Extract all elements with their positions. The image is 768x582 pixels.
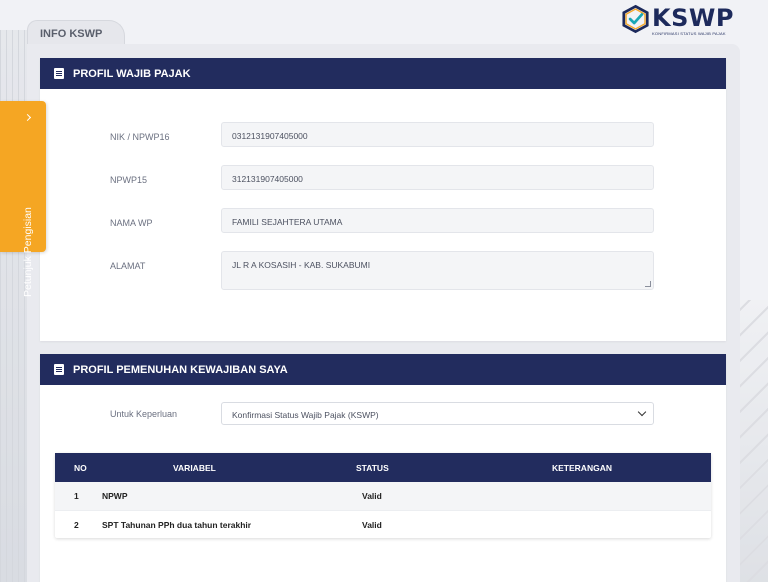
logo-title: KSWP xyxy=(652,4,734,32)
purpose-selected-value: Konfirmasi Status Wajib Pajak (KSWP) xyxy=(232,410,379,420)
nama-wp-label: NAMA WP xyxy=(110,218,153,228)
document-icon xyxy=(54,68,64,79)
col-header-status: STATUS xyxy=(356,462,389,473)
nik-field[interactable]: 0312131907405000 xyxy=(221,122,654,147)
resize-handle-icon[interactable] xyxy=(645,281,651,287)
table-row: 2 SPT Tahunan PPh dua tahun terakhir Val… xyxy=(55,510,711,538)
tab-label: INFO KSWP xyxy=(40,28,103,40)
row-status: Valid xyxy=(362,519,382,530)
logo-subtitle: KONFIRMASI STATUS WAJIB PAJAK xyxy=(652,31,726,36)
compliance-table: NO VARIABEL STATUS KETERANGAN 1 NPWP Val… xyxy=(55,453,711,538)
kswp-shield-icon xyxy=(622,4,649,34)
compliance-card: PROFIL PEMENUHAN KEWAJIBAN SAYA Untuk Ke… xyxy=(40,354,726,582)
row-no: 2 xyxy=(74,519,79,530)
alamat-textarea[interactable]: JL R A KOSASIH - KAB. SUKABUMI xyxy=(221,251,654,290)
petunjuk-pengisian-label: Petunjuk Pengisian xyxy=(22,207,34,297)
col-header-variabel: VARIABEL xyxy=(173,462,216,473)
table-row: 1 NPWP Valid xyxy=(55,482,711,510)
alamat-label: ALAMAT xyxy=(110,261,146,271)
col-header-no: NO xyxy=(74,462,87,473)
nama-wp-field[interactable]: FAMILI SEJAHTERA UTAMA xyxy=(221,208,654,233)
row-variabel: NPWP xyxy=(102,491,128,501)
npwp15-field[interactable]: 312131907405000 xyxy=(221,165,654,190)
npwp15-label: NPWP15 xyxy=(110,175,148,185)
profile-card-title: PROFIL WAJIB PAJAK xyxy=(73,67,191,80)
profile-card: PROFIL WAJIB PAJAK NIK / NPWP16 03121319… xyxy=(40,58,726,341)
purpose-select[interactable]: Konfirmasi Status Wajib Pajak (KSWP) xyxy=(221,402,654,425)
table-header: NO VARIABEL STATUS KETERANGAN xyxy=(55,453,711,482)
alamat-value: JL R A KOSASIH - KAB. SUKABUMI xyxy=(232,260,371,270)
nik-label: NIK / NPWP16 xyxy=(110,132,170,142)
chevron-down-icon xyxy=(637,407,647,417)
compliance-card-header: PROFIL PEMENUHAN KEWAJIBAN SAYA xyxy=(40,354,726,385)
row-no: 1 xyxy=(74,491,79,501)
chevron-right-icon xyxy=(23,113,32,122)
document-icon xyxy=(54,364,64,375)
purpose-label: Untuk Keperluan xyxy=(110,409,178,419)
kswp-logo: KSWP KONFIRMASI STATUS WAJIB PAJAK xyxy=(622,4,734,40)
petunjuk-pengisian-tab[interactable]: Petunjuk Pengisian xyxy=(0,101,46,297)
row-status: Valid xyxy=(362,491,382,501)
compliance-card-title: PROFIL PEMENUHAN KEWAJIBAN SAYA xyxy=(73,363,288,376)
profile-card-header: PROFIL WAJIB PAJAK xyxy=(40,58,726,89)
col-header-keterangan: KETERANGAN xyxy=(552,462,612,473)
row-variabel: SPT Tahunan PPh dua tahun terakhir xyxy=(102,519,252,530)
